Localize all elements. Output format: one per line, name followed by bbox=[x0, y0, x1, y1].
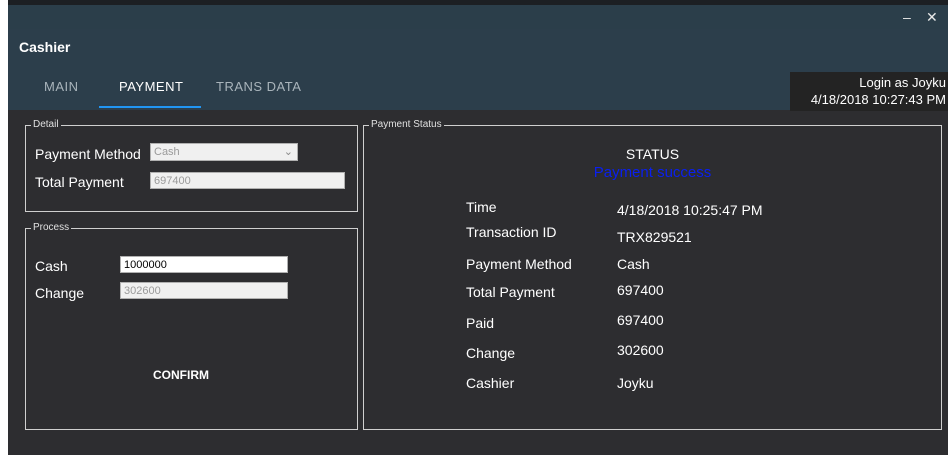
status-transaction-id-value: TRX829521 bbox=[617, 229, 692, 245]
chevron-down-icon: ⌄ bbox=[283, 146, 293, 158]
payment-method-select[interactable]: Cash ⌄ bbox=[150, 143, 298, 161]
status-time-label: Time bbox=[466, 199, 497, 215]
status-title: STATUS bbox=[625, 146, 680, 162]
cashier-window: – ✕ Cashier MAIN PAYMENT TRANS DATA Logi… bbox=[8, 0, 948, 455]
title-bar: – ✕ bbox=[8, 5, 948, 29]
minimize-icon[interactable]: – bbox=[903, 9, 911, 25]
app-header: Cashier MAIN PAYMENT TRANS DATA Login as… bbox=[8, 29, 948, 111]
payment-method-value: Cash bbox=[154, 146, 180, 158]
close-icon[interactable]: ✕ bbox=[926, 9, 938, 26]
tab-trans-data[interactable]: TRANS DATA bbox=[216, 79, 301, 94]
status-total-payment-value: 697400 bbox=[617, 282, 664, 298]
session-datetime: 4/18/2018 10:27:43 PM bbox=[810, 92, 946, 107]
payment-status-group: Payment Status STATUS Payment success Ti… bbox=[363, 119, 942, 430]
detail-group: Detail Payment Method Cash ⌄ Total Payme… bbox=[25, 119, 358, 212]
cash-label: Cash bbox=[35, 258, 68, 274]
change-label: Change bbox=[35, 285, 85, 301]
status-cashier-value: Joyku bbox=[617, 375, 654, 391]
cash-input[interactable]: 1000000 bbox=[120, 256, 288, 273]
app-title: Cashier bbox=[19, 39, 71, 55]
total-payment-field[interactable]: 697400 bbox=[150, 172, 345, 189]
status-cashier-label: Cashier bbox=[466, 375, 515, 391]
login-user-text: Login as Joyku bbox=[859, 75, 946, 90]
session-info: Login as Joyku 4/18/2018 10:27:43 PM bbox=[790, 72, 948, 111]
tab-main[interactable]: MAIN bbox=[44, 79, 79, 94]
status-time-value: 4/18/2018 10:25:47 PM bbox=[617, 202, 763, 218]
status-change-value: 302600 bbox=[617, 342, 664, 358]
status-payment-method-label: Payment Method bbox=[466, 256, 572, 272]
status-paid-value: 697400 bbox=[617, 312, 664, 328]
status-total-payment-label: Total Payment bbox=[466, 284, 555, 300]
detail-legend: Detail bbox=[31, 119, 61, 131]
status-transaction-id-label: Transaction ID bbox=[466, 224, 557, 240]
status-paid-label: Paid bbox=[466, 315, 495, 331]
process-group: Process Cash 1000000 Change 302600 CONFI… bbox=[25, 222, 358, 430]
change-field[interactable]: 302600 bbox=[120, 282, 288, 299]
total-payment-label: Total Payment bbox=[35, 174, 124, 190]
status-change-label: Change bbox=[466, 345, 516, 361]
confirm-button[interactable]: CONFIRM bbox=[153, 368, 209, 382]
active-tab-indicator bbox=[99, 106, 201, 108]
status-message: Payment success bbox=[593, 164, 712, 181]
status-payment-method-value: Cash bbox=[617, 256, 650, 272]
payment-method-label: Payment Method bbox=[35, 146, 141, 162]
payment-status-legend: Payment Status bbox=[369, 119, 444, 131]
tab-payment[interactable]: PAYMENT bbox=[119, 79, 183, 94]
process-legend: Process bbox=[31, 222, 72, 234]
